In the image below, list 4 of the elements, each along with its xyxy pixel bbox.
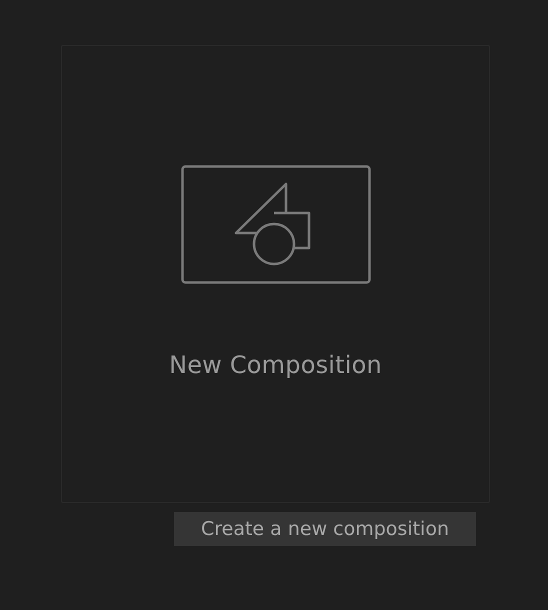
card-label: New Composition	[169, 351, 382, 379]
new-composition-card[interactable]: New Composition	[61, 45, 490, 503]
tooltip: Create a new composition	[174, 512, 476, 546]
shapes-icon	[180, 165, 370, 284]
